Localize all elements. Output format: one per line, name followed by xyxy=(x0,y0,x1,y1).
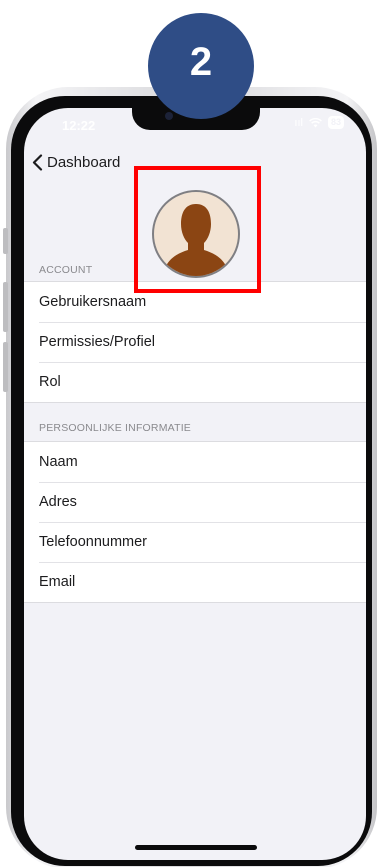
row-label: Permissies/Profiel xyxy=(39,334,156,350)
section-header-account: ACCOUNT xyxy=(39,264,93,276)
home-indicator xyxy=(135,845,257,850)
screenshot-stage: 2 12:22 ııl 83 Dashboard ACCOUNT Gebruik… xyxy=(0,0,383,867)
row-name[interactable]: Naam xyxy=(24,442,366,482)
step-number: 2 xyxy=(189,39,213,84)
row-role[interactable]: Rol xyxy=(24,362,366,402)
row-label: Gebruikersnaam xyxy=(39,294,147,310)
step-number-badge: 2 xyxy=(148,13,254,119)
row-label: Rol xyxy=(39,374,61,390)
front-camera xyxy=(165,112,173,120)
wifi-icon xyxy=(309,117,322,127)
status-icons: ııl 83 xyxy=(294,116,344,129)
row-label: Email xyxy=(39,574,76,590)
mute-switch xyxy=(3,228,8,254)
row-address[interactable]: Adres xyxy=(24,482,366,522)
personal-info-group: Naam Adres Telefoonnummer Email xyxy=(24,441,366,603)
avatar-highlight-box xyxy=(134,166,261,293)
volume-up-button xyxy=(3,282,8,332)
section-header-personal-info: PERSOONLIJKE INFORMATIE xyxy=(39,422,192,434)
signal-icon: ııl xyxy=(294,116,303,129)
phone-screen: 12:22 ııl 83 Dashboard ACCOUNT Gebruiker… xyxy=(24,108,366,860)
chevron-left-icon xyxy=(32,154,43,171)
row-permissions-profile[interactable]: Permissies/Profiel xyxy=(24,322,366,362)
account-group: Gebruikersnaam Permissies/Profiel Rol xyxy=(24,281,366,403)
row-label: Adres xyxy=(39,494,77,510)
volume-down-button xyxy=(3,342,8,392)
back-button[interactable]: Dashboard xyxy=(32,154,120,171)
status-time: 12:22 xyxy=(62,118,96,133)
battery-icon: 83 xyxy=(327,116,344,129)
row-phone-number[interactable]: Telefoonnummer xyxy=(24,522,366,562)
back-button-label: Dashboard xyxy=(47,154,121,171)
row-email[interactable]: Email xyxy=(24,562,366,602)
row-label: Telefoonnummer xyxy=(39,534,147,550)
row-label: Naam xyxy=(39,454,78,470)
